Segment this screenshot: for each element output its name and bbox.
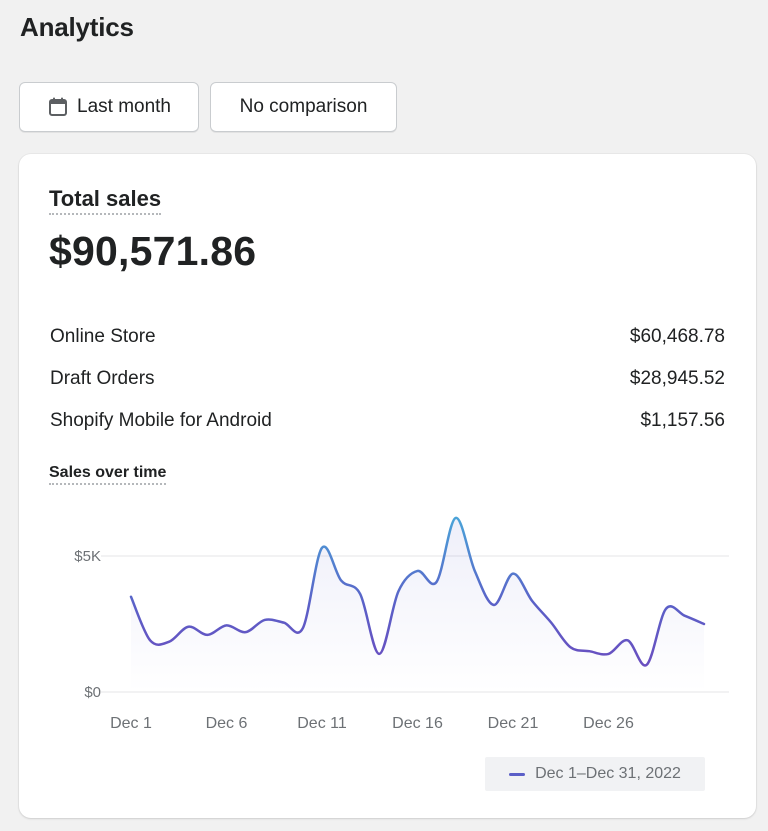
- series-area: [131, 517, 704, 692]
- data-point: [435, 581, 437, 583]
- y-tick-label: $5K: [74, 548, 101, 565]
- data-point: [416, 570, 418, 572]
- sales-over-time-chart: $0 $5K Dec 1 Dec 6 Dec 11 Dec 16 Dec 21 Dec 26: [74, 516, 729, 732]
- data-point: [149, 639, 151, 641]
- data-point: [206, 634, 208, 636]
- data-point: [569, 646, 571, 648]
- data-point: [359, 593, 361, 595]
- total-sales-card: Total sales $90,571.86 Online Store $60,…: [19, 154, 756, 818]
- data-point: [474, 570, 476, 572]
- data-point: [665, 608, 667, 610]
- data-point: [130, 596, 132, 598]
- data-point: [378, 653, 380, 655]
- x-tick-label: Dec 1: [110, 715, 152, 732]
- x-tick-label: Dec 26: [583, 715, 634, 732]
- chart-legend[interactable]: Dec 1–Dec 31, 2022: [485, 757, 705, 791]
- data-point: [455, 517, 457, 519]
- data-point: [512, 572, 514, 574]
- legend-swatch: [509, 772, 526, 776]
- comparison-button[interactable]: No comparison: [210, 82, 397, 132]
- data-point: [703, 623, 705, 625]
- x-tick-label: Dec 21: [488, 715, 539, 732]
- data-point: [397, 590, 399, 592]
- data-point: [302, 627, 304, 629]
- data-point: [588, 650, 590, 652]
- data-point: [340, 579, 342, 581]
- data-point: [646, 664, 648, 666]
- data-point: [550, 621, 552, 623]
- data-point: [493, 604, 495, 606]
- page-title: Analytics: [20, 12, 134, 42]
- x-tick-label: Dec 6: [206, 715, 248, 732]
- calendar-icon: [47, 96, 69, 118]
- data-point: [187, 626, 189, 628]
- data-point: [626, 639, 628, 641]
- data-point: [607, 653, 609, 655]
- date-range-label: Last month: [77, 96, 171, 117]
- data-point: [168, 640, 170, 642]
- data-point: [684, 615, 686, 617]
- data-point: [264, 619, 266, 621]
- x-tick-label: Dec 16: [392, 715, 443, 732]
- y-tick-label: $0: [84, 684, 101, 701]
- data-point: [321, 547, 323, 549]
- date-range-button[interactable]: Last month: [19, 82, 199, 132]
- x-tick-label: Dec 11: [297, 715, 347, 732]
- data-point: [283, 621, 285, 623]
- data-point: [225, 624, 227, 626]
- data-point: [244, 631, 246, 633]
- data-point: [531, 600, 533, 602]
- legend-label: Dec 1–Dec 31, 2022: [535, 765, 681, 782]
- comparison-label: No comparison: [239, 96, 368, 117]
